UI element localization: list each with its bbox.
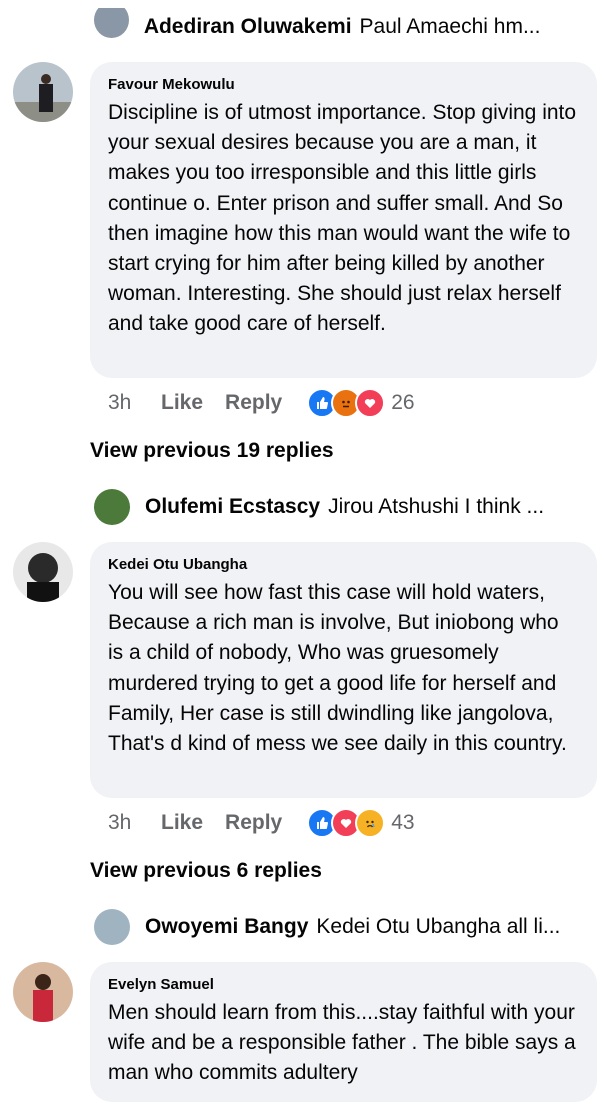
reaction-count[interactable]: 43	[391, 811, 414, 835]
like-button[interactable]: Like	[161, 811, 203, 835]
comment-text: Discipline is of utmost importance. Stop…	[108, 101, 577, 336]
reply-author[interactable]: Adediran Oluwakemi	[144, 15, 352, 39]
sad-reaction-icon	[355, 808, 386, 838]
avatar[interactable]	[94, 909, 130, 945]
reply-button[interactable]: Reply	[225, 391, 282, 415]
avatar[interactable]	[94, 8, 129, 38]
comment-author[interactable]: Evelyn Samuel	[108, 976, 577, 994]
reply-preview-row[interactable]: Olufemi Ecstascy Jirou Atshushi I think …	[94, 488, 611, 526]
view-previous-replies[interactable]: View previous 19 replies	[90, 439, 334, 463]
like-button[interactable]: Like	[161, 391, 203, 415]
comment-bubble: Favour Mekowulu Discipline is of utmost …	[90, 62, 597, 378]
reply-preview-text: Paul Amaechi hm...	[359, 15, 541, 38]
reply-button[interactable]: Reply	[225, 811, 282, 835]
comment-text: Men should learn from this....stay faith…	[108, 1001, 576, 1085]
reactions[interactable]: 43	[307, 808, 415, 838]
comment-author[interactable]: Favour Mekowulu	[108, 76, 577, 94]
reply-author[interactable]: Owoyemi Bangy	[145, 915, 308, 939]
reply-preview-text: Kedei Otu Ubangha all li...	[316, 915, 561, 938]
love-reaction-icon	[355, 388, 386, 418]
reply-preview-text: Jirou Atshushi I think ...	[328, 495, 545, 518]
comment-bubble: Kedei Otu Ubangha You will see how fast …	[90, 542, 597, 798]
reaction-count[interactable]: 26	[391, 391, 414, 415]
avatar[interactable]	[13, 62, 73, 122]
comment-time[interactable]: 3h	[108, 811, 161, 835]
reply-preview-row[interactable]: Adediran Oluwakemi Paul Amaechi hm...	[94, 8, 611, 46]
avatar[interactable]	[13, 542, 73, 602]
comment-time[interactable]: 3h	[108, 391, 161, 415]
top-crop	[0, 0, 611, 8]
comment-actions: 3h Like Reply 43	[108, 808, 415, 838]
reply-author[interactable]: Olufemi Ecstascy	[145, 495, 320, 519]
comment-author[interactable]: Kedei Otu Ubangha	[108, 556, 577, 574]
avatar[interactable]	[13, 962, 73, 1022]
comment-text: You will see how fast this case will hol…	[108, 581, 567, 756]
avatar[interactable]	[94, 489, 130, 525]
view-previous-replies[interactable]: View previous 6 replies	[90, 859, 322, 883]
reactions[interactable]: 26	[307, 388, 415, 418]
reply-preview-row[interactable]: Owoyemi Bangy Kedei Otu Ubangha all li..…	[94, 908, 611, 946]
comment-actions: 3h Like Reply 26	[108, 388, 415, 418]
comment-bubble: Evelyn Samuel Men should learn from this…	[90, 962, 597, 1102]
